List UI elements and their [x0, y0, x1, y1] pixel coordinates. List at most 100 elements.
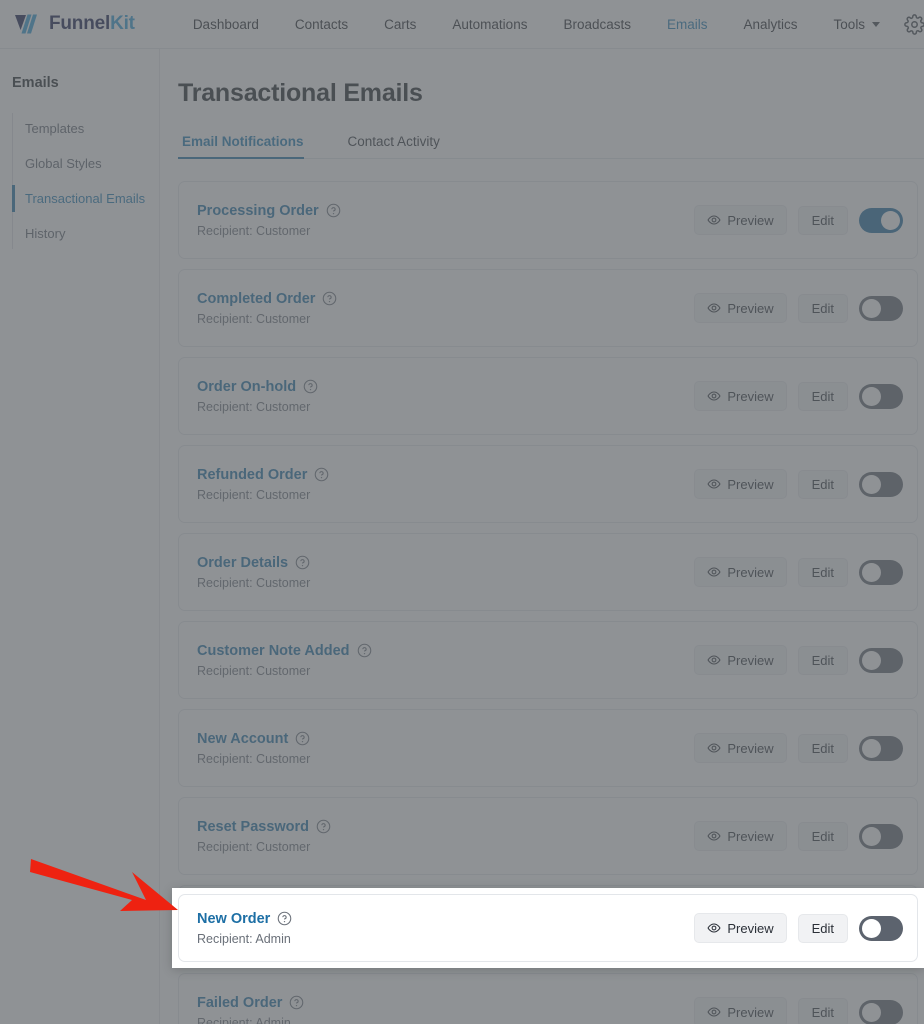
edit-button[interactable]: Edit	[797, 469, 848, 499]
topnav-item-emails[interactable]: Emails	[649, 11, 726, 38]
email-row-title[interactable]: Order Details	[197, 555, 288, 571]
topnav-item-tools[interactable]: Tools	[816, 11, 899, 38]
email-row[interactable]: Reset Password Recipient: Customer Preview…	[178, 797, 918, 875]
email-row[interactable]: Customer Note Added Recipient: Customer Pr…	[178, 621, 918, 699]
sidebar-item-transactional-emails[interactable]: Transactional Emails	[12, 181, 159, 216]
enable-toggle[interactable]	[859, 999, 903, 1024]
email-row-title-line: Order On-hold	[197, 379, 694, 395]
email-row-title[interactable]: Order On-hold	[197, 379, 296, 395]
help-question-circle-icon[interactable]	[303, 379, 318, 394]
enable-toggle[interactable]	[859, 559, 903, 585]
preview-button[interactable]: Preview	[694, 381, 787, 411]
email-row-title[interactable]: Failed Order	[197, 995, 282, 1011]
email-row-title-line: New Account	[197, 731, 694, 747]
edit-button[interactable]: Edit	[797, 733, 848, 763]
sidebar-item-templates[interactable]: Templates	[12, 111, 159, 146]
topnav-item-automations[interactable]: Automations	[434, 11, 545, 38]
help-question-circle-icon[interactable]	[295, 731, 310, 746]
chevron-down-icon	[872, 21, 881, 27]
edit-button[interactable]: Edit	[797, 997, 848, 1024]
email-row[interactable]: Order On-hold Recipient: Customer Preview E…	[178, 357, 918, 435]
email-row-actions: Preview Edit	[694, 469, 903, 499]
topnav-label: Carts	[384, 16, 417, 32]
brand-wordmark: FunnelKit	[49, 13, 135, 35]
edit-button[interactable]: Edit	[797, 293, 848, 323]
sidebar-item-history[interactable]: History	[12, 216, 159, 251]
sidebar: Emails Templates Global Styles Transacti…	[0, 49, 160, 1024]
email-row[interactable]: Processing Order Recipient: Customer Previ…	[178, 181, 918, 259]
enable-toggle[interactable]	[859, 647, 903, 673]
email-row-title[interactable]: Refunded Order	[197, 467, 307, 483]
email-row[interactable]: New Account Recipient: Customer Preview Edi…	[178, 709, 918, 787]
topnav-item-carts[interactable]: Carts	[366, 11, 434, 38]
enable-toggle[interactable]	[859, 735, 903, 761]
enable-toggle[interactable]	[859, 471, 903, 497]
email-row[interactable]: Refunded Order Recipient: Customer Preview…	[178, 445, 918, 523]
email-row[interactable]: Failed Order Recipient: Admin Preview Edit	[178, 973, 918, 1024]
edit-button[interactable]: Edit	[797, 645, 848, 675]
preview-button-label: Preview	[727, 476, 774, 492]
email-row-title[interactable]: Completed Order	[197, 291, 315, 307]
help-question-circle-icon[interactable]	[326, 203, 341, 218]
topnav-label: Emails	[667, 16, 708, 32]
preview-button[interactable]: Preview	[694, 557, 787, 587]
toggle-knob	[862, 1002, 881, 1022]
email-row-info: Order On-hold Recipient: Customer	[197, 379, 694, 414]
enable-toggle[interactable]	[859, 823, 903, 849]
help-question-circle-icon[interactable]	[316, 819, 331, 834]
help-question-circle-icon[interactable]	[295, 555, 310, 570]
eye-icon	[707, 479, 721, 489]
preview-button[interactable]: Preview	[694, 645, 787, 675]
edit-button[interactable]: Edit	[797, 821, 848, 851]
topnav-item-broadcasts[interactable]: Broadcasts	[545, 11, 649, 38]
funnelkit-logo[interactable]: FunnelKit	[14, 13, 135, 35]
preview-button[interactable]: Preview	[694, 733, 787, 763]
email-row-info: Customer Note Added Recipient: Customer	[197, 643, 694, 678]
email-row-recipient: Recipient: Customer	[197, 751, 311, 766]
help-question-circle-icon[interactable]	[289, 995, 304, 1010]
sidebar-item-label: Templates	[25, 121, 85, 136]
email-row-title[interactable]: Customer Note Added	[197, 643, 350, 659]
preview-button[interactable]: Preview	[694, 913, 787, 943]
tab-email-notifications[interactable]: Email Notifications	[178, 134, 326, 159]
sidebar-item-label: History	[25, 226, 66, 241]
email-row-title[interactable]: Processing Order	[197, 203, 319, 219]
email-row-title[interactable]: New Order	[197, 911, 270, 927]
preview-button[interactable]: Preview	[694, 997, 787, 1024]
help-question-circle-icon[interactable]	[357, 643, 372, 658]
sidebar-item-label: Transactional Emails	[25, 191, 146, 206]
edit-button[interactable]: Edit	[797, 913, 848, 943]
preview-button[interactable]: Preview	[694, 821, 787, 851]
enable-toggle[interactable]	[859, 295, 903, 321]
topnav-item-analytics[interactable]: Analytics	[726, 11, 816, 38]
email-row-title[interactable]: New Account	[197, 731, 288, 747]
gear-icon[interactable]	[904, 13, 924, 35]
preview-button[interactable]: Preview	[694, 293, 787, 323]
enable-toggle[interactable]	[859, 915, 903, 941]
edit-button[interactable]: Edit	[797, 205, 848, 235]
enable-toggle[interactable]	[859, 207, 903, 233]
preview-button[interactable]: Preview	[694, 469, 787, 499]
edit-button[interactable]: Edit	[797, 557, 848, 587]
email-row-recipient: Recipient: Customer	[197, 399, 311, 414]
toggle-knob	[862, 562, 881, 582]
toggle-knob	[862, 918, 881, 938]
edit-button[interactable]: Edit	[797, 381, 848, 411]
email-row[interactable]: Order Details Recipient: Customer Preview E…	[178, 533, 918, 611]
help-question-circle-icon[interactable]	[277, 911, 292, 926]
email-row[interactable]: New Order Recipient: Admin Preview Edit	[178, 894, 918, 962]
email-row-info: New Order Recipient: Admin	[197, 911, 694, 946]
help-question-circle-icon[interactable]	[314, 467, 329, 482]
topnav-label: Broadcasts	[563, 16, 631, 32]
tab-contact-activity[interactable]: Contact Activity	[326, 134, 462, 158]
email-row[interactable]: Completed Order Recipient: Customer Previe…	[178, 269, 918, 347]
preview-button[interactable]: Preview	[694, 205, 787, 235]
email-row-recipient: Recipient: Admin	[197, 1015, 291, 1024]
email-row-title[interactable]: Reset Password	[197, 819, 309, 835]
enable-toggle[interactable]	[859, 383, 903, 409]
sidebar-item-global-styles[interactable]: Global Styles	[12, 146, 159, 181]
help-question-circle-icon[interactable]	[322, 291, 337, 306]
topnav-item-contacts[interactable]: Contacts	[277, 11, 366, 38]
edit-button-label: Edit	[811, 920, 834, 936]
topnav-item-dashboard[interactable]: Dashboard	[175, 11, 277, 38]
